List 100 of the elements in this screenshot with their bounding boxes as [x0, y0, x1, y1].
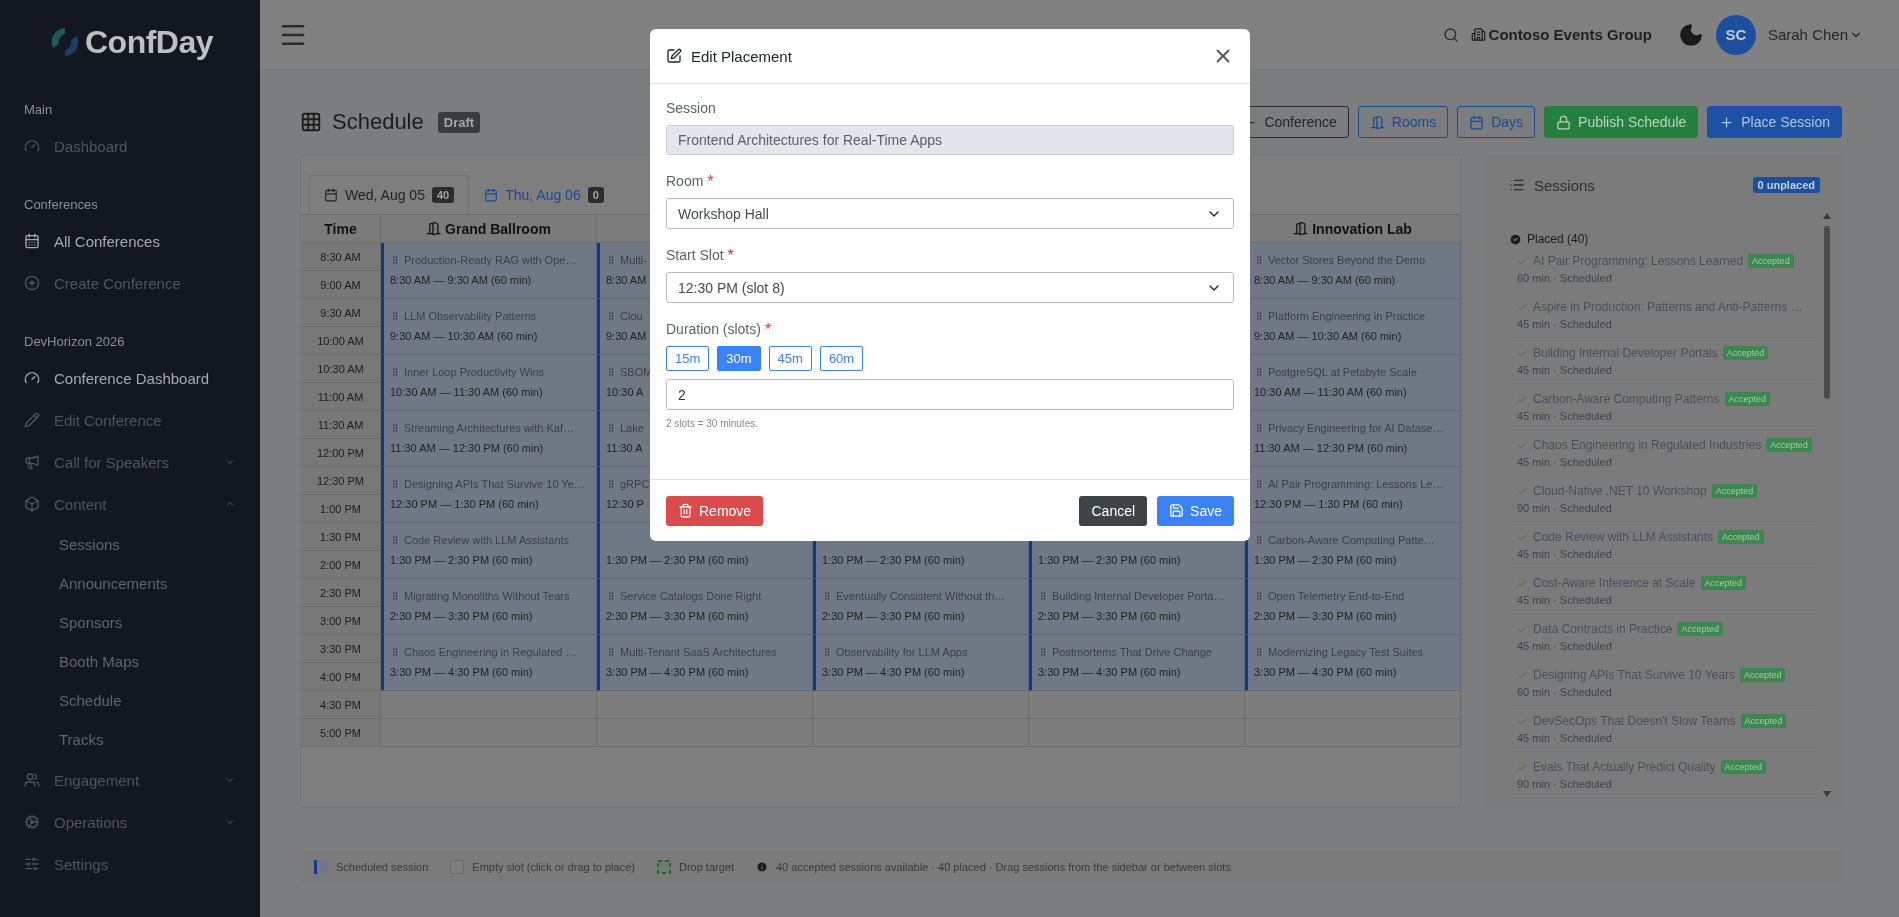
count-badge: 0	[587, 187, 604, 203]
required-mark: *	[727, 247, 734, 265]
required-mark: *	[764, 321, 772, 339]
duration-field[interactable]: 2	[666, 379, 1234, 410]
search-icon[interactable]	[1442, 26, 1459, 43]
session-title: gRPC	[620, 477, 650, 490]
nav-item[interactable]: Operations	[24, 801, 236, 843]
nav-subitem[interactable]: Sponsors	[24, 603, 236, 642]
room-select[interactable]: Workshop Hall	[666, 198, 1234, 229]
accepted-badge: Accepted	[1748, 254, 1794, 268]
session-card[interactable]: Multi-Tenant SaaS Architectures 3:30 PM — 4:30 PM (60 min)	[597, 635, 813, 691]
check-icon	[1517, 669, 1528, 681]
dialog-button[interactable]: Remove	[666, 495, 764, 526]
grip-icon	[390, 646, 400, 657]
session-card[interactable]: Service Catalogs Done Right 2:30 PM — 3:30 PM (60 min)	[597, 579, 813, 635]
session-card[interactable]: Eventually Consistent Without th… 2:30 PM — 3:30 PM (60 min)	[813, 579, 1029, 635]
door-icon	[426, 221, 442, 236]
check-icon	[1517, 715, 1528, 727]
session-field[interactable]: Frontend Architectures for Real-Time Apps	[666, 125, 1234, 155]
nav-subitem[interactable]: Schedule	[24, 681, 236, 720]
nav-item[interactable]: Dashboard	[24, 125, 236, 167]
session-title: Designing APIs That Survive 10 Ye…	[404, 477, 585, 490]
duration-option[interactable]: 30m	[717, 346, 761, 371]
nav-item[interactable]: Edit Conference	[24, 399, 236, 441]
avatar[interactable]: SC	[1715, 14, 1756, 55]
duration-option[interactable]: 45m	[768, 346, 812, 371]
session-card[interactable]: Inner Loop Productivity Wins 10:30 AM — 11:30 AM (60 min)	[381, 355, 597, 411]
session-title: Chaos Engineering in Regulated …	[404, 645, 577, 658]
users-icon	[24, 772, 40, 788]
plus-icon	[1719, 114, 1735, 130]
accepted-badge: Accepted	[1677, 622, 1723, 636]
accepted-badge: Accepted	[1739, 668, 1786, 682]
duration-option[interactable]: 60m	[819, 346, 864, 371]
nav-item[interactable]: Content	[24, 483, 236, 525]
action-button[interactable]: Place Session	[1707, 106, 1842, 138]
action-button[interactable]: Rooms	[1357, 106, 1449, 138]
session-time: 2:30 PM — 3:30 PM (60 min)	[390, 610, 533, 622]
start-slot-select[interactable]: 12:30 PM (slot 8)	[666, 272, 1234, 303]
nav-section-title: DevHorizon 2026	[24, 334, 125, 349]
check-icon	[1517, 439, 1528, 451]
action-button[interactable]: Publish Schedule	[1544, 106, 1699, 138]
nav-item[interactable]: Conference Dashboard	[24, 357, 236, 399]
session-card[interactable]: Migrating Monoliths Without Tears 2:30 PM — 3:30 PM (60 min)	[381, 579, 597, 635]
session-title: Eventually Consistent Without th…	[836, 589, 1006, 602]
session-time: 1:30 PM — 2:30 PM (60 min)	[390, 554, 533, 566]
grip-icon	[606, 646, 616, 657]
session-time: 11:30 A	[606, 442, 643, 454]
duration-option[interactable]: 15m	[666, 346, 710, 371]
grip-icon	[606, 310, 616, 321]
session-card[interactable]: Designing APIs That Survive 10 Ye… 12:30 PM — 1:30 PM (60 min)	[381, 467, 597, 523]
megaphone-icon	[24, 454, 40, 470]
user-menu[interactable]: Sarah Chen	[1767, 26, 1863, 43]
grip-icon	[390, 422, 400, 433]
dialog-button[interactable]: Cancel	[1079, 495, 1148, 526]
session-title: Building Internal Developer Porta…	[1052, 589, 1225, 602]
time-cell: 1:30 PM	[301, 523, 381, 551]
session-card[interactable]: Modernizing Legacy Test Suites 3:30 PM — 4:30 PM (60 min)	[1245, 635, 1461, 691]
session-title: Multi-	[620, 253, 647, 266]
scheduled-swatch-icon	[314, 859, 328, 874]
session-title: Production-Ready RAG with Ope…	[404, 253, 577, 266]
nav-item[interactable]: Create Conference	[24, 262, 236, 304]
nav-subitem[interactable]: Announcements	[24, 564, 236, 603]
dialog-title: Edit Placement	[691, 47, 792, 65]
session-title: Carbon-Aware Computing Patte…	[1268, 533, 1435, 546]
accepted-badge: Accepted	[1718, 530, 1764, 544]
session-time: 10:30 AM — 11:30 AM (60 min)	[390, 386, 543, 398]
nav-section-title: Main	[24, 102, 53, 117]
action-button[interactable]: Days	[1457, 106, 1536, 138]
session-card[interactable]: Production-Ready RAG with Ope… 8:30 AM — 9:30 AM (60 min)	[381, 243, 597, 299]
session-card[interactable]: Observability for LLM Apps 3:30 PM — 4:30 PM (60 min)	[813, 635, 1029, 691]
session-card[interactable]: Streaming Architectures with Kaf… 11:30 AM — 12:30 PM (60 min)	[381, 411, 597, 467]
time-cell: 12:00 PM	[301, 439, 381, 467]
session-card[interactable]: Building Internal Developer Porta… 2:30 PM — 3:30 PM (60 min)	[1029, 579, 1245, 635]
day-tab[interactable]: Wed, Aug 05 40	[309, 175, 470, 214]
page-title: Schedule	[332, 109, 424, 135]
time-cell: 1:00 PM	[301, 495, 381, 523]
moon-icon[interactable]	[1677, 21, 1704, 48]
session-card[interactable]: LLM Observability Patterns 9:30 AM — 10:30 AM (60 min)	[381, 299, 597, 355]
room-name: Innovation Lab	[1312, 220, 1412, 237]
nav-subitem[interactable]: Booth Maps	[24, 642, 236, 681]
nav-subitem[interactable]: Tracks	[24, 720, 236, 759]
session-title: Clou	[620, 309, 643, 322]
day-tab[interactable]: Thu, Aug 06 0	[469, 175, 619, 214]
dialog-button[interactable]: Save	[1157, 495, 1234, 526]
session-card[interactable]: Postmortems That Drive Change 3:30 PM — 4:30 PM (60 min)	[1029, 635, 1245, 691]
box-icon	[24, 496, 40, 512]
session-card[interactable]: Chaos Engineering in Regulated … 3:30 PM — 4:30 PM (60 min)	[381, 635, 597, 691]
time-cell: 4:30 PM	[301, 691, 381, 719]
organization-switcher[interactable]: Contoso Events Group	[1470, 26, 1652, 43]
session-card[interactable]: Open Telemetry End-to-End 2:30 PM — 3:30 PM (60 min)	[1245, 579, 1461, 635]
session-list-meta: 45 min · Scheduled	[1517, 318, 1612, 330]
nav-subitem[interactable]: Sessions	[24, 525, 236, 564]
session-list-meta: 90 min · Scheduled	[1517, 778, 1612, 790]
nav-item[interactable]: Call for Speakers	[24, 441, 236, 483]
scrollbar-drawing[interactable]	[1822, 212, 1832, 798]
nav-item[interactable]: Engagement	[24, 759, 236, 801]
nav-item[interactable]: Settings	[24, 843, 236, 885]
session-card[interactable]: Carbon-Aware Computing Patte… 1:30 PM — 2:30 PM (60 min)	[1245, 523, 1461, 579]
session-card[interactable]: Code Review with LLM Assistants 1:30 PM — 2:30 PM (60 min)	[381, 523, 597, 579]
nav-item[interactable]: All Conferences	[24, 220, 236, 262]
